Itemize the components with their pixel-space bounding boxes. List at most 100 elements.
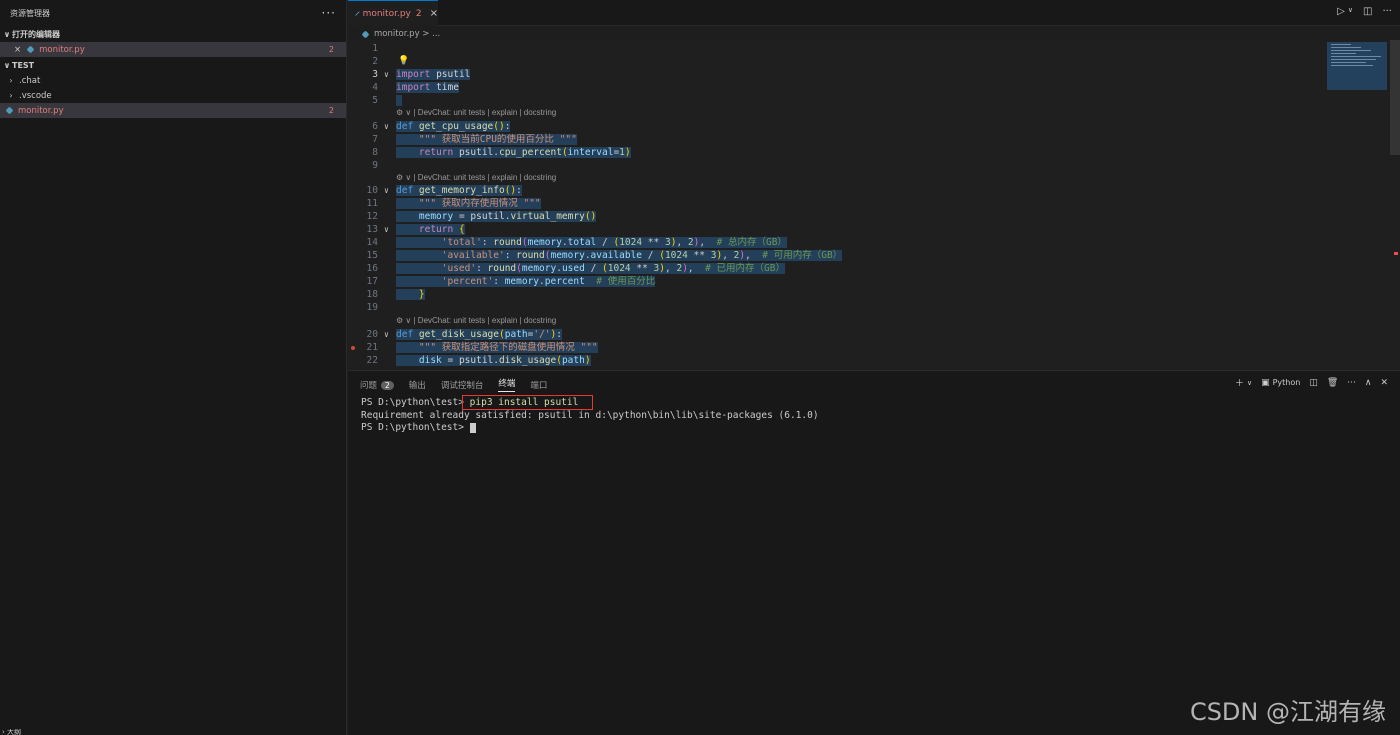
tab-ports[interactable]: 端口: [530, 379, 547, 391]
code-line: 18 }: [366, 289, 425, 300]
explorer-title: 资源管理器: [10, 8, 50, 18]
shell-label[interactable]: Python: [1273, 378, 1301, 387]
panel-actions: ＋ ∨ ▣ Python ◫ 🗑 ··· ∧ ✕: [1235, 376, 1388, 390]
python-file-icon: [5, 106, 14, 115]
chevron-down-icon[interactable]: ∨: [405, 316, 411, 325]
code-line: 8 return psutil.cpu_percent(interval=1): [372, 147, 631, 158]
code-line: 15 'available': round(memory.available /…: [366, 250, 843, 261]
tab-debug-console[interactable]: 调试控制台: [441, 379, 484, 391]
code-line: 21 """ 获取指定路径下的磁盘使用情况 """: [348, 341, 1348, 354]
breadcrumb-path: monitor.py > ...: [374, 29, 441, 39]
code-line: 19: [366, 302, 378, 313]
chevron-down-icon[interactable]: ∨: [384, 68, 389, 81]
close-icon[interactable]: ✕: [1380, 378, 1388, 388]
tree-item-label: monitor.py: [18, 105, 64, 116]
chevron-right-icon: ›: [9, 76, 13, 85]
run-icon[interactable]: ▷: [1337, 6, 1345, 17]
chevron-down-icon[interactable]: ∨: [384, 223, 389, 236]
python-file-icon: [26, 45, 35, 54]
tab-terminal[interactable]: 终端: [498, 377, 516, 392]
minimap[interactable]: [1327, 42, 1387, 90]
folder-section[interactable]: ∨ TEST: [0, 58, 346, 73]
tree-item-vscode[interactable]: › .vscode: [0, 88, 346, 103]
outline-title: 大纲: [7, 729, 22, 735]
breadcrumb[interactable]: monitor.py > ...: [361, 28, 441, 40]
codelens[interactable]: ⚙ ∨ | DevChat: unit tests | explain | do…: [396, 314, 556, 327]
code-line: 7 """ 获取当前CPU的使用百分比 """: [372, 134, 577, 145]
chevron-up-icon[interactable]: ∧: [1365, 378, 1372, 388]
prompt: PS D:\python\test>: [361, 422, 470, 433]
problem-count-badge: 2: [328, 106, 334, 115]
problem-count-badge: 2: [328, 45, 334, 54]
tree-item-chat[interactable]: › .chat: [0, 73, 346, 88]
open-editors-title: 打开的编辑器: [12, 30, 60, 39]
code-line: 4 import time: [372, 82, 459, 93]
editor-tab-bar: monitor.py 2 × ▷ ∨ ◫ ···: [348, 0, 1400, 26]
chevron-down-icon[interactable]: ∨: [384, 328, 389, 341]
codelens[interactable]: ⚙ ∨ | DevChat: unit tests | explain | do…: [396, 106, 556, 119]
problems-badge: 2: [381, 380, 394, 390]
folder-title: TEST: [12, 61, 35, 70]
vertical-scrollbar[interactable]: [1390, 40, 1400, 155]
open-editor-label: monitor.py: [39, 44, 85, 55]
code-line: 11 """ 获取内存使用情况 """: [366, 198, 541, 209]
chevron-down-icon[interactable]: ∨: [384, 184, 389, 197]
lightbulb-icon[interactable]: 💡: [398, 55, 409, 68]
chevron-down-icon[interactable]: ∨: [405, 108, 411, 117]
explorer-sidebar: 资源管理器 ··· ∨ 打开的编辑器 × monitor.py 2 ∨ TEST…: [0, 0, 347, 735]
tab-problems[interactable]: 问题 2: [360, 379, 394, 391]
code-line: 3 ∨ import psutil: [372, 68, 471, 81]
code-line: 6 ∨ def get_cpu_usage():: [372, 120, 511, 133]
outline-section[interactable]: › 大纲: [0, 729, 346, 735]
chevron-right-icon: ›: [2, 729, 5, 735]
code-line: 22 disk = psutil.disk_usage(path): [366, 355, 591, 366]
terminal-icon: ▣: [1261, 377, 1270, 388]
terminal-cursor: [469, 422, 476, 433]
open-editor-item-monitor[interactable]: × monitor.py 2: [0, 42, 346, 57]
split-terminal-icon[interactable]: ◫: [1309, 378, 1318, 388]
chevron-down-icon[interactable]: ∨: [405, 173, 411, 182]
tree-item-label: .vscode: [19, 90, 52, 101]
gear-icon[interactable]: ⚙: [396, 173, 403, 182]
code-line: 2 💡: [372, 55, 410, 68]
code-line: 17 'percent': memory.percent # 使用百分比: [366, 276, 656, 287]
code-editor[interactable]: 1 2 💡 3 ∨ import psutil 4 import time 5 ⚙ ∨ …: [348, 40, 1400, 368]
chevron-down-icon: ∨: [3, 30, 11, 39]
chevron-down-icon[interactable]: ∨: [1247, 379, 1252, 387]
split-editor-icon[interactable]: ◫: [1363, 6, 1372, 17]
chevron-down-icon[interactable]: ∨: [1348, 6, 1353, 17]
plus-icon[interactable]: ＋: [1235, 376, 1244, 389]
code-line: 20 ∨ def get_disk_usage(path='/'):: [366, 328, 562, 341]
explorer-header: 资源管理器 ···: [0, 0, 346, 26]
code-line: 14 'total': round(memory.total / (1024 *…: [366, 237, 787, 248]
panel-tabs: 问题 2 输出 调试控制台 终端 端口: [360, 377, 547, 392]
codelens[interactable]: ⚙ ∨ | DevChat: unit tests | explain | do…: [396, 171, 556, 184]
more-actions-icon[interactable]: ···: [1347, 378, 1356, 388]
more-actions-icon[interactable]: ···: [1382, 6, 1392, 17]
tree-item-monitor[interactable]: monitor.py 2: [0, 103, 346, 118]
code-line: 12 memory = psutil.virtual_memry(): [366, 211, 597, 222]
prompt: PS D:\python\test>: [361, 397, 470, 408]
gear-icon[interactable]: ⚙: [396, 108, 403, 117]
chevron-down-icon: ∨: [3, 61, 11, 70]
close-icon[interactable]: ×: [430, 8, 438, 19]
open-editors-section[interactable]: ∨ 打开的编辑器: [0, 27, 346, 42]
python-file-icon: [361, 30, 370, 38]
gear-icon[interactable]: ⚙: [396, 316, 403, 325]
tree-item-label: .chat: [19, 75, 41, 86]
tab-monitor-py[interactable]: monitor.py 2 ×: [348, 0, 438, 26]
bottom-panel: 问题 2 输出 调试控制台 终端 端口 ＋ ∨ ▣ Python ◫ 🗑 ··· …: [348, 370, 1400, 735]
code-line: 16 'used': round(memory.used / (1024 ** …: [366, 263, 785, 274]
error-marker: [1394, 252, 1398, 255]
python-file-icon: [355, 11, 360, 16]
chevron-down-icon[interactable]: ∨: [384, 120, 389, 133]
tab-output[interactable]: 输出: [409, 379, 426, 391]
code-line: 1: [372, 43, 378, 54]
editor-actions: ▷ ∨ ◫ ···: [1337, 6, 1392, 17]
tab-problem-badge: 2: [415, 8, 422, 19]
close-icon[interactable]: ×: [14, 45, 21, 55]
more-actions-icon[interactable]: ···: [322, 6, 336, 20]
trash-icon[interactable]: 🗑: [1327, 378, 1338, 388]
code-line: 10 ∨ def get_memory_info():: [366, 184, 522, 197]
code-line: 13 ∨ return {: [366, 223, 465, 236]
